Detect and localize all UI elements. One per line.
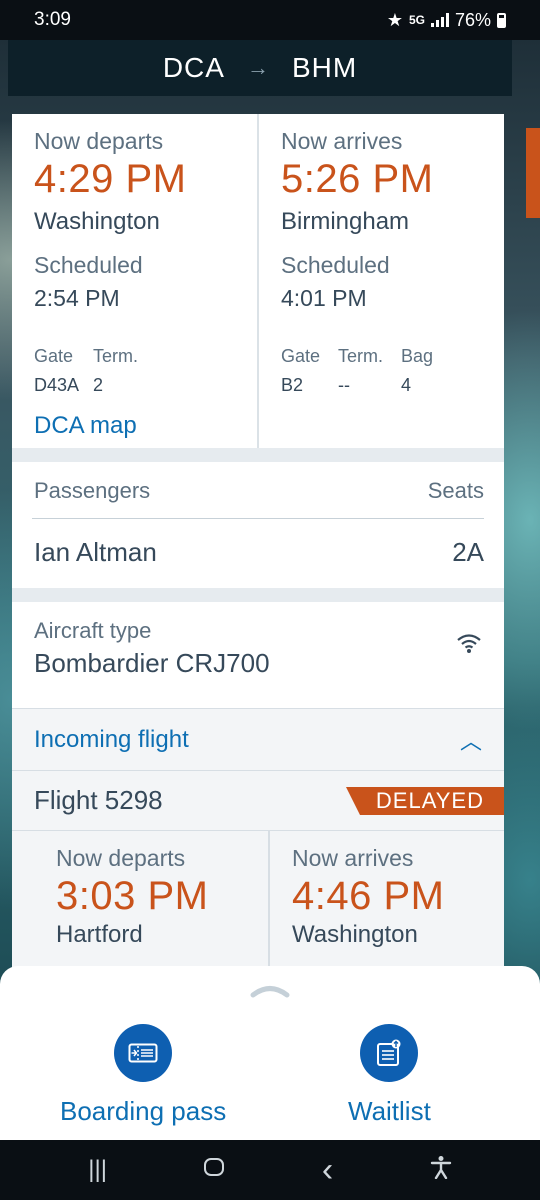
term-value: -- [338, 375, 351, 395]
arrival-time: 5:26 PM [281, 157, 434, 201]
incoming-departure-city: Hartford [56, 921, 143, 948]
scheduled-label: Scheduled [281, 252, 390, 278]
arrow-right-icon: → [246, 55, 270, 80]
wifi-icon [457, 634, 481, 653]
arrives-label: Now arrives [281, 128, 403, 154]
passengers-header: Passengers [34, 478, 151, 503]
incoming-times: Now departs 3:03 PM Hartford Now arrives… [12, 831, 504, 971]
scheduled-label: Scheduled [34, 252, 143, 278]
boarding-pass-icon [114, 1024, 173, 1082]
departs-label: Now departs [56, 845, 186, 871]
gate-value: D43A [34, 375, 80, 395]
scheduled-arrival-time: 4:01 PM [281, 285, 367, 311]
arrival-city: Birmingham [281, 208, 410, 235]
incoming-arrival-column: Now arrives 4:46 PM Washington [270, 831, 504, 971]
incoming-flight-row: Flight 5298 DELAYED [12, 771, 504, 831]
incoming-flight-number: Flight 5298 [34, 785, 163, 815]
status-icons: ★ 5G 76% [387, 10, 506, 31]
departure-time: 4:29 PM [34, 157, 187, 201]
arrival-gate-info: Gate B2 Term. -- Bag 4 [281, 346, 482, 396]
gate-label: Gate [281, 346, 321, 366]
battery-icon [497, 12, 506, 28]
chevron-up-icon: ︿ [459, 728, 482, 754]
scheduled-departure-time: 2:54 PM [34, 285, 120, 311]
side-accent [526, 128, 540, 218]
departure-gate-info: Gate D43A Term. 2 [34, 346, 235, 396]
waitlist-button[interactable]: Waitlist [348, 1024, 431, 1127]
sheet-handle-icon[interactable] [250, 982, 290, 998]
incoming-flight-title: Incoming flight [34, 725, 189, 753]
back-button[interactable]: ‹ [322, 1151, 333, 1190]
term-label: Term. [93, 346, 139, 366]
arrives-label: Now arrives [292, 845, 414, 871]
origin-code: DCA [162, 52, 225, 83]
incoming-arrival-city: Washington [292, 921, 418, 948]
incoming-departure-time: 3:03 PM [56, 874, 209, 918]
signal-icon [430, 13, 449, 27]
departure-city: Washington [34, 208, 160, 235]
aircraft-label: Aircraft type [34, 618, 152, 643]
gate-label: Gate [34, 346, 74, 366]
boarding-pass-button[interactable]: Boarding pass [60, 1024, 226, 1127]
battery-percent: 76% [454, 9, 491, 30]
accessibility-icon[interactable] [430, 1155, 452, 1186]
departs-label: Now departs [34, 128, 164, 154]
star-icon: ★ [386, 9, 403, 30]
passengers-card: Passengers Seats Ian Altman 2A [12, 462, 504, 588]
home-button[interactable] [203, 1156, 225, 1184]
term-value: 2 [93, 375, 104, 395]
waitlist-icon [360, 1024, 419, 1082]
passenger-seat: 2A [452, 537, 484, 567]
passenger-row[interactable]: Ian Altman 2A [12, 519, 504, 588]
bag-value: 4 [401, 375, 412, 395]
divider [12, 448, 504, 462]
term-label: Term. [338, 346, 384, 366]
seats-header: Seats [427, 478, 484, 503]
departure-column: Now departs 4:29 PM Washington Scheduled… [12, 114, 259, 448]
incoming-arrival-time: 4:46 PM [292, 874, 445, 918]
flight-details: Now departs 4:29 PM Washington Scheduled… [12, 114, 504, 974]
boarding-pass-label: Boarding pass [60, 1096, 227, 1126]
aircraft-card: Aircraft type Bombardier CRJ700 [12, 602, 504, 708]
incoming-flight-toggle[interactable]: Incoming flight ︿ [12, 709, 504, 771]
passenger-name: Ian Altman [34, 537, 157, 567]
incoming-flight-section: Incoming flight ︿ Flight 5298 DELAYED No… [12, 708, 504, 971]
incoming-departure-column: Now departs 3:03 PM Hartford [12, 831, 270, 971]
dca-map-link[interactable]: DCA map [34, 412, 137, 440]
divider [12, 588, 504, 602]
status-time: 3:09 [34, 9, 71, 30]
bottom-sheet: Boarding pass Waitlist [0, 966, 540, 1140]
route-header: DCA → BHM [8, 40, 512, 96]
bag-label: Bag [401, 346, 434, 366]
destination-code: BHM [291, 52, 358, 83]
waitlist-label: Waitlist [348, 1096, 431, 1126]
system-nav-bar: ||| ‹ [0, 1140, 540, 1200]
status-bar: 3:09 ★ 5G 76% [0, 0, 540, 40]
aircraft-value: Bombardier CRJ700 [34, 648, 270, 678]
status-badge: DELAYED [346, 787, 504, 815]
network-type: 5G [408, 13, 425, 27]
recents-button[interactable]: ||| [88, 1156, 107, 1184]
gate-value: B2 [281, 375, 304, 395]
times-card: Now departs 4:29 PM Washington Scheduled… [12, 114, 504, 448]
arrival-column: Now arrives 5:26 PM Birmingham Scheduled… [259, 114, 504, 448]
